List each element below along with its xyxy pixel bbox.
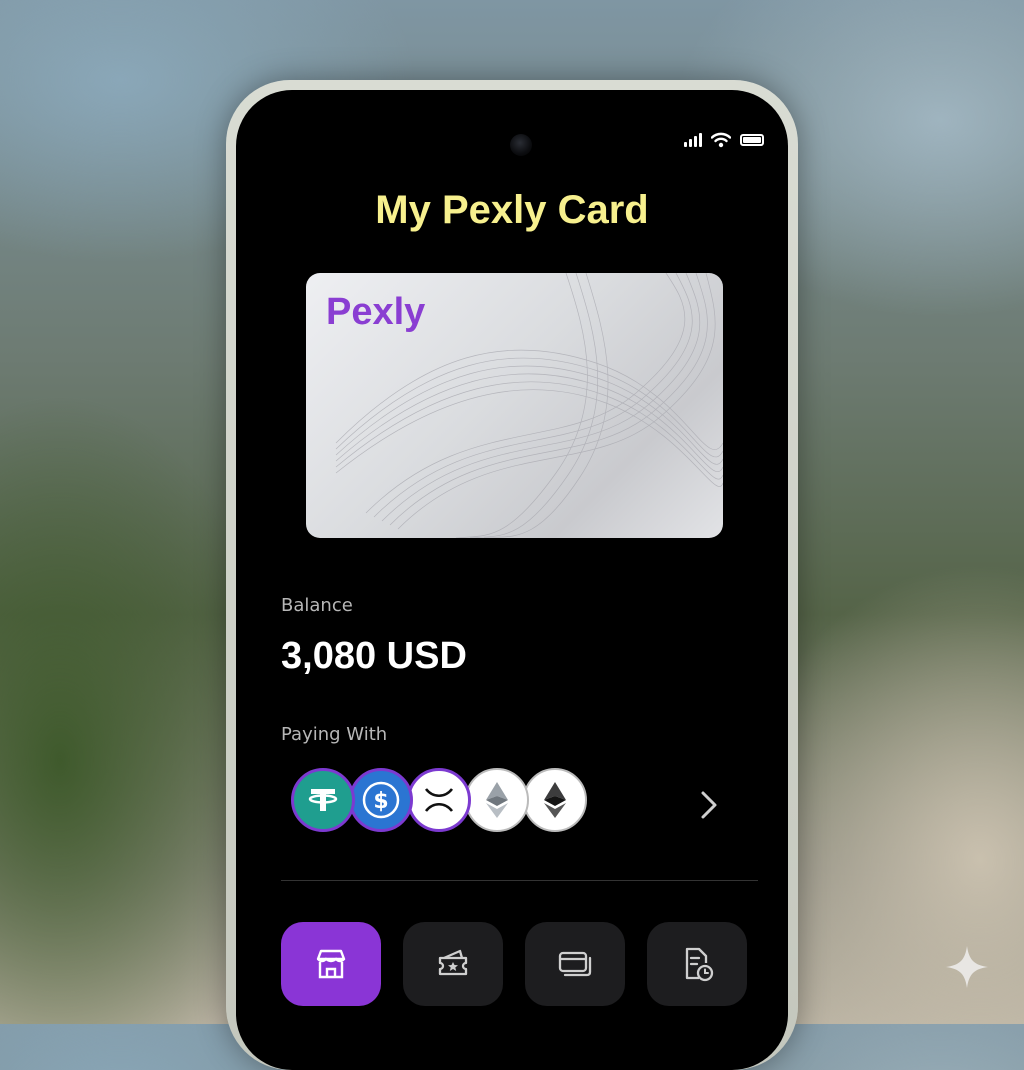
svg-text:$: $	[373, 789, 388, 814]
payment-coins-list[interactable]: $	[291, 768, 601, 838]
balance-value: 3,080 USD	[281, 635, 467, 677]
tab-store[interactable]	[281, 922, 381, 1006]
balance-label: Balance	[281, 595, 353, 616]
bottom-tab-bar	[281, 922, 747, 1006]
battery-icon	[740, 134, 764, 146]
usd-coin-icon: $	[349, 768, 413, 832]
card-brand-logo: Pexly	[326, 291, 426, 333]
status-bar	[684, 132, 764, 148]
store-icon	[316, 949, 346, 979]
wifi-icon	[711, 132, 731, 148]
page-title: My Pexly Card	[375, 188, 649, 232]
ethereum-classic-icon	[465, 768, 529, 832]
front-camera	[510, 134, 532, 156]
tether-icon	[291, 768, 355, 832]
sparkle-icon	[946, 946, 988, 988]
tab-cards[interactable]	[525, 922, 625, 1006]
history-document-icon	[685, 947, 714, 982]
phone-screen: My Pexly Card Pexly Balance 3,080 USD Pa…	[236, 90, 788, 1070]
signal-icon	[684, 133, 702, 147]
tab-history[interactable]	[647, 922, 747, 1006]
tab-rewards[interactable]	[403, 922, 503, 1006]
pexly-card[interactable]: Pexly	[306, 273, 723, 538]
ticket-star-icon	[438, 949, 468, 976]
divider	[281, 880, 758, 881]
ethereum-icon	[523, 768, 587, 832]
paying-with-label: Paying With	[281, 724, 388, 745]
phone-frame: My Pexly Card Pexly Balance 3,080 USD Pa…	[226, 80, 798, 1070]
card-icon	[558, 951, 592, 977]
chevron-right-icon[interactable]	[698, 790, 720, 820]
xrp-icon	[407, 768, 471, 832]
